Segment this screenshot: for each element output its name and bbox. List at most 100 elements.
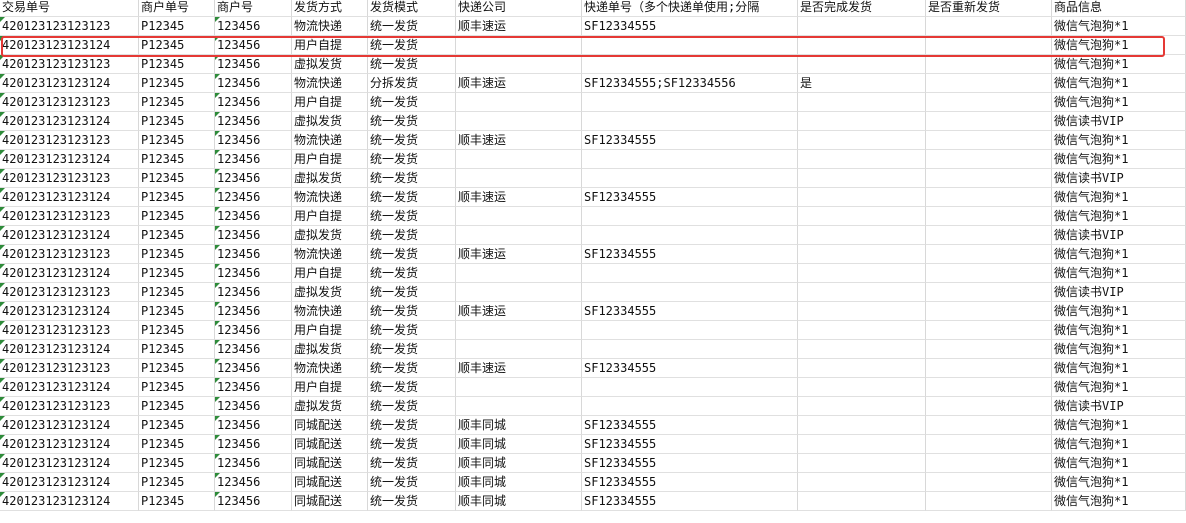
header-cell[interactable]: 交易单号 (0, 0, 139, 17)
table-cell[interactable]: 420123123123123 (0, 93, 139, 112)
table-cell[interactable]: 微信气泡狗*1 (1052, 321, 1186, 340)
table-cell[interactable]: 微信读书VIP (1052, 169, 1186, 188)
table-cell[interactable] (798, 112, 926, 131)
table-cell[interactable] (798, 226, 926, 245)
table-cell[interactable]: 顺丰速运 (456, 131, 582, 150)
table-cell[interactable]: 123456 (215, 397, 292, 416)
table-cell[interactable]: P12345 (139, 492, 215, 511)
table-cell[interactable]: 123456 (215, 207, 292, 226)
table-cell[interactable]: SF12334555 (582, 473, 798, 492)
table-cell[interactable]: 分拆发货 (368, 74, 456, 93)
table-cell[interactable]: 顺丰速运 (456, 17, 582, 36)
table-cell[interactable]: 微信气泡狗*1 (1052, 454, 1186, 473)
table-cell[interactable]: 420123123123124 (0, 454, 139, 473)
table-cell[interactable]: 123456 (215, 321, 292, 340)
table-row[interactable]: 420123123123124 P12345 123456 同城配送 统一发货 顺丰同城 S… (0, 492, 1186, 511)
table-cell[interactable] (926, 416, 1052, 435)
table-cell[interactable]: 统一发货 (368, 36, 456, 55)
table-cell[interactable] (926, 188, 1052, 207)
table-cell[interactable]: 微信气泡狗*1 (1052, 74, 1186, 93)
table-cell[interactable]: 420123123123124 (0, 473, 139, 492)
table-row[interactable]: 420123123123123 P12345 123456 物流快递 统一发货 顺丰速运 S… (0, 17, 1186, 36)
table-cell[interactable] (926, 359, 1052, 378)
header-cell[interactable]: 发货方式 (292, 0, 368, 17)
table-cell[interactable]: 123456 (215, 378, 292, 397)
table-cell[interactable]: 统一发货 (368, 359, 456, 378)
table-cell[interactable]: 物流快递 (292, 188, 368, 207)
table-cell[interactable] (926, 74, 1052, 93)
table-cell[interactable] (926, 226, 1052, 245)
table-cell[interactable] (582, 397, 798, 416)
table-cell[interactable]: 420123123123124 (0, 492, 139, 511)
table-cell[interactable] (798, 207, 926, 226)
table-cell[interactable]: P12345 (139, 397, 215, 416)
table-cell[interactable]: 用户自提 (292, 321, 368, 340)
table-cell[interactable] (798, 378, 926, 397)
table-row[interactable]: 420123123123124 P12345 123456 用户自提 统一发货 微信气泡狗… (0, 378, 1186, 397)
table-cell[interactable]: 123456 (215, 492, 292, 511)
table-cell[interactable]: 123456 (215, 283, 292, 302)
table-cell[interactable] (926, 169, 1052, 188)
header-cell[interactable]: 快递单号（多个快递单使用;分隔 (582, 0, 798, 17)
table-cell[interactable]: 顺丰同城 (456, 435, 582, 454)
table-cell[interactable] (926, 150, 1052, 169)
table-cell[interactable]: 虚拟发货 (292, 340, 368, 359)
table-cell[interactable] (798, 473, 926, 492)
table-row[interactable]: 420123123123123 P12345 123456 物流快递 统一发货 顺丰速运 S… (0, 359, 1186, 378)
table-cell[interactable] (798, 302, 926, 321)
table-cell[interactable]: 微信气泡狗*1 (1052, 150, 1186, 169)
table-cell[interactable]: 123456 (215, 473, 292, 492)
table-cell[interactable] (798, 283, 926, 302)
table-cell[interactable]: 微信气泡狗*1 (1052, 302, 1186, 321)
table-cell[interactable]: P12345 (139, 17, 215, 36)
table-cell[interactable]: 统一发货 (368, 17, 456, 36)
table-cell[interactable]: 微信气泡狗*1 (1052, 188, 1186, 207)
table-row[interactable]: 420123123123123 P12345 123456 用户自提 统一发货 微信气泡狗… (0, 207, 1186, 226)
table-cell[interactable]: 123456 (215, 55, 292, 74)
table-cell[interactable]: 虚拟发货 (292, 55, 368, 74)
table-cell[interactable] (926, 283, 1052, 302)
table-cell[interactable]: 物流快递 (292, 359, 368, 378)
table-cell[interactable]: 微信气泡狗*1 (1052, 93, 1186, 112)
table-cell[interactable]: P12345 (139, 74, 215, 93)
table-cell[interactable]: 顺丰速运 (456, 74, 582, 93)
header-cell[interactable]: 是否完成发货 (798, 0, 926, 17)
table-row[interactable]: 420123123123124 P12345 123456 用户自提 统一发货 微信气泡狗… (0, 264, 1186, 283)
table-cell[interactable]: 同城配送 (292, 473, 368, 492)
table-cell[interactable]: 虚拟发货 (292, 169, 368, 188)
table-cell[interactable]: SF12334555;SF12334556 (582, 74, 798, 93)
table-row[interactable]: 420123123123123 P12345 123456 虚拟发货 统一发货 微信读书V… (0, 283, 1186, 302)
table-row[interactable]: 420123123123124 P12345 123456 虚拟发货 统一发货 微信读书V… (0, 226, 1186, 245)
table-row[interactable]: 420123123123123 P12345 123456 虚拟发货 统一发货 微信气泡狗… (0, 55, 1186, 74)
table-cell[interactable] (582, 169, 798, 188)
header-cell[interactable]: 是否重新发货 (926, 0, 1052, 17)
header-cell[interactable]: 商户单号 (139, 0, 215, 17)
table-row[interactable]: 420123123123124 P12345 123456 物流快递 统一发货 顺丰速运 S… (0, 302, 1186, 321)
table-cell[interactable]: 123456 (215, 435, 292, 454)
table-cell[interactable]: 统一发货 (368, 245, 456, 264)
table-cell[interactable]: 123456 (215, 454, 292, 473)
table-cell[interactable] (798, 55, 926, 74)
table-cell[interactable] (798, 359, 926, 378)
table-cell[interactable]: 物流快递 (292, 74, 368, 93)
table-cell[interactable]: 420123123123124 (0, 36, 139, 55)
table-cell[interactable] (798, 245, 926, 264)
table-cell[interactable]: P12345 (139, 264, 215, 283)
table-cell[interactable] (926, 264, 1052, 283)
table-cell[interactable]: 123456 (215, 264, 292, 283)
table-cell[interactable] (456, 226, 582, 245)
table-cell[interactable]: 顺丰同城 (456, 454, 582, 473)
table-cell[interactable]: 微信气泡狗*1 (1052, 17, 1186, 36)
table-cell[interactable]: 420123123123124 (0, 264, 139, 283)
table-cell[interactable] (456, 264, 582, 283)
table-row[interactable]: 420123123123124 P12345 123456 虚拟发货 统一发货 微信读书V… (0, 112, 1186, 131)
table-cell[interactable] (926, 378, 1052, 397)
table-cell[interactable] (582, 264, 798, 283)
table-cell[interactable]: 123456 (215, 416, 292, 435)
table-row[interactable]: 420123123123123 P12345 123456 物流快递 统一发货 顺丰速运 S… (0, 131, 1186, 150)
header-cell[interactable]: 商户号 (215, 0, 292, 17)
table-cell[interactable]: P12345 (139, 435, 215, 454)
table-cell[interactable]: 统一发货 (368, 283, 456, 302)
table-cell[interactable]: 微信气泡狗*1 (1052, 359, 1186, 378)
table-cell[interactable]: 统一发货 (368, 321, 456, 340)
